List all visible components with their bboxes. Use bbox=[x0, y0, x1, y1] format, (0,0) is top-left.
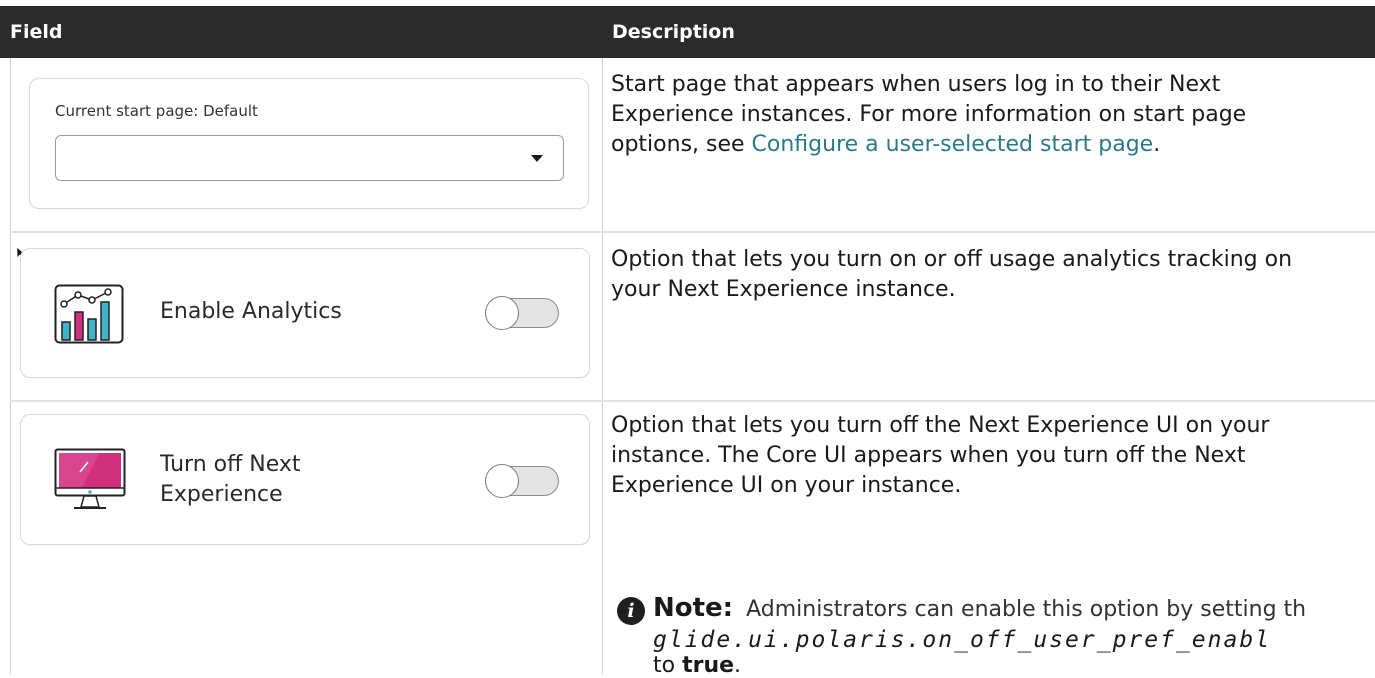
bar-chart-icon bbox=[54, 284, 124, 344]
left-border bbox=[10, 58, 11, 674]
row-divider bbox=[10, 231, 1375, 233]
monitor-icon bbox=[54, 448, 126, 509]
info-icon: i bbox=[617, 597, 645, 625]
start-page-description: Start page that appears when users log i… bbox=[611, 70, 1246, 160]
enable-analytics-toggle[interactable] bbox=[485, 296, 559, 330]
row-divider bbox=[10, 400, 1375, 402]
description-line: instance. The Core UI appears when you t… bbox=[611, 443, 1246, 468]
field-column-header: Field bbox=[10, 21, 63, 43]
note-value: true bbox=[682, 653, 735, 678]
turn-off-next-experience-toggle[interactable] bbox=[485, 464, 559, 498]
description-line: options, see Configure a user-selected s… bbox=[611, 132, 1161, 157]
toggle-knob bbox=[485, 296, 519, 330]
next-experience-description: Option that lets you turn off the Next E… bbox=[611, 411, 1269, 501]
enable-analytics-label: Enable Analytics bbox=[160, 299, 342, 324]
description-line: Start page that appears when users log i… bbox=[611, 72, 1221, 97]
note-text: Administrators can enable this option by… bbox=[746, 597, 1307, 622]
toggle-knob bbox=[485, 464, 519, 498]
description-line: Option that lets you turn on or off usag… bbox=[611, 247, 1293, 272]
note: Note: Administrators can enable this opt… bbox=[653, 593, 1306, 625]
start-page-card: Current start page: Default bbox=[29, 78, 589, 209]
description-column-header: Description bbox=[612, 21, 735, 43]
analytics-card: Enable Analytics bbox=[20, 248, 590, 378]
turn-off-next-experience-label: Turn off Next Experience bbox=[160, 452, 301, 507]
column-divider bbox=[602, 58, 603, 674]
chevron-down-icon bbox=[531, 155, 543, 162]
table-header: Field Description bbox=[0, 6, 1375, 58]
analytics-description: Option that lets you turn on or off usag… bbox=[611, 245, 1292, 305]
note-title: Note: bbox=[653, 593, 734, 623]
next-experience-card: Turn off Next Experience bbox=[20, 414, 590, 545]
note-property: glide.ui.polaris.on_off_user_pref_enabl bbox=[653, 627, 1272, 653]
description-line: Option that lets you turn off the Next E… bbox=[611, 413, 1270, 438]
configure-start-page-link[interactable]: Configure a user-selected start page bbox=[752, 132, 1154, 157]
description-line: your Next Experience instance. bbox=[611, 277, 956, 302]
description-line: Experience instances. For more informati… bbox=[611, 102, 1247, 127]
start-page-select[interactable] bbox=[55, 135, 564, 181]
description-line: Experience UI on your instance. bbox=[611, 473, 962, 498]
start-page-label: Current start page: Default bbox=[55, 102, 258, 120]
